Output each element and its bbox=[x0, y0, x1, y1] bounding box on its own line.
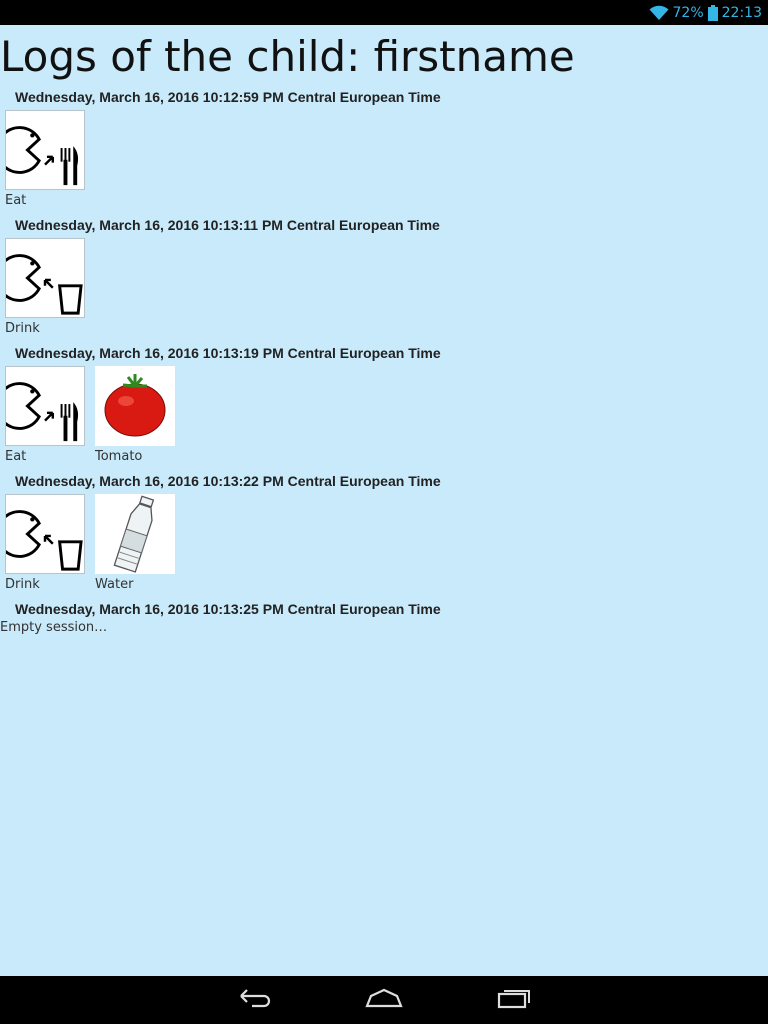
session-timestamp: Wednesday, March 16, 2016 10:12:59 PM Ce… bbox=[15, 89, 441, 105]
tomato-icon bbox=[95, 366, 175, 446]
clock: 22:13 bbox=[721, 4, 762, 21]
pictogram-item[interactable]: Drink bbox=[5, 494, 85, 593]
wifi-icon bbox=[649, 5, 669, 21]
session-timestamp: Wednesday, March 16, 2016 10:13:11 PM Ce… bbox=[15, 217, 440, 233]
session-timestamp: Wednesday, March 16, 2016 10:13:22 PM Ce… bbox=[15, 473, 441, 489]
page-title: Logs of the child: firstname bbox=[0, 32, 575, 81]
back-icon bbox=[238, 987, 274, 1014]
recent-apps-icon bbox=[496, 987, 532, 1014]
water-bottle-icon bbox=[95, 494, 175, 574]
home-icon bbox=[365, 987, 403, 1014]
pictogram-label: Tomato bbox=[95, 449, 143, 464]
back-button[interactable] bbox=[232, 984, 280, 1016]
pictogram-item[interactable]: Water bbox=[95, 494, 175, 593]
pictogram-label: Eat bbox=[5, 193, 27, 208]
drink-icon bbox=[5, 238, 85, 318]
pictogram-label: Eat bbox=[5, 449, 27, 464]
battery-percent: 72% bbox=[672, 4, 704, 21]
recent-apps-button[interactable] bbox=[490, 984, 538, 1016]
home-button[interactable] bbox=[360, 984, 408, 1016]
pictogram-label: Drink bbox=[5, 577, 40, 592]
status-indicators: 72% 22:13 bbox=[649, 0, 762, 25]
session-timestamp: Wednesday, March 16, 2016 10:13:19 PM Ce… bbox=[15, 345, 441, 361]
status-bar: 72% 22:13 bbox=[0, 0, 768, 25]
pictogram-item[interactable]: Eat bbox=[5, 366, 85, 465]
battery-icon bbox=[707, 4, 718, 21]
log-view[interactable]: Logs of the child: firstname Wednesday, … bbox=[0, 25, 768, 976]
session-timestamp: Wednesday, March 16, 2016 10:13:25 PM Ce… bbox=[15, 601, 441, 617]
eat-icon bbox=[5, 366, 85, 446]
navigation-bar bbox=[0, 976, 768, 1024]
pictogram-label: Water bbox=[95, 577, 134, 592]
pictogram-label: Drink bbox=[5, 321, 40, 336]
drink-icon bbox=[5, 494, 85, 574]
pictogram-item[interactable]: Tomato bbox=[95, 366, 175, 465]
empty-session-text: Empty session… bbox=[0, 620, 108, 635]
eat-icon bbox=[5, 110, 85, 190]
pictogram-item[interactable]: Eat bbox=[5, 110, 85, 209]
pictogram-item[interactable]: Drink bbox=[5, 238, 85, 337]
